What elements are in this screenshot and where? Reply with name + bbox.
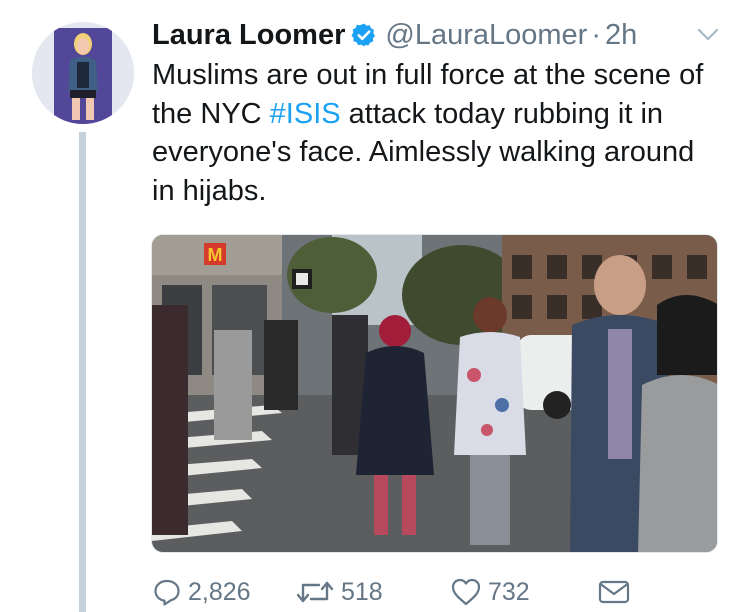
reply-count: 2,826 <box>188 577 251 606</box>
chevron-down-icon[interactable] <box>694 24 722 46</box>
tweet-header: Laura Loomer @LauraLoomer · 2h <box>152 16 637 54</box>
author-name[interactable]: Laura Loomer <box>152 16 345 54</box>
envelope-icon <box>597 577 631 607</box>
mcdonalds-sign: M <box>208 245 223 265</box>
separator: · <box>591 19 601 51</box>
retweet-count: 518 <box>341 577 383 606</box>
timestamp[interactable]: 2h <box>605 16 637 54</box>
author-handle[interactable]: @LauraLoomer <box>385 16 587 54</box>
hashtag-link[interactable]: #ISIS <box>270 98 341 130</box>
tweet-text: Muslims are out in full force at the sce… <box>152 56 722 210</box>
tweet-actions: 2,826 518 732 <box>152 572 642 612</box>
tweet: Laura Loomer @LauraLoomer · 2h Muslims a… <box>0 0 750 612</box>
reply-button[interactable]: 2,826 <box>152 572 251 612</box>
message-button[interactable] <box>597 572 637 612</box>
retweet-icon <box>295 577 335 607</box>
reply-icon <box>152 577 182 607</box>
like-button[interactable]: 732 <box>450 572 530 612</box>
verified-badge-icon <box>351 22 377 48</box>
avatar[interactable] <box>32 22 134 124</box>
thread-line <box>79 132 86 612</box>
heart-icon <box>450 577 482 607</box>
retweet-button[interactable]: 518 <box>295 572 383 612</box>
like-count: 732 <box>488 577 530 606</box>
tweet-photo[interactable]: M <box>151 234 718 553</box>
